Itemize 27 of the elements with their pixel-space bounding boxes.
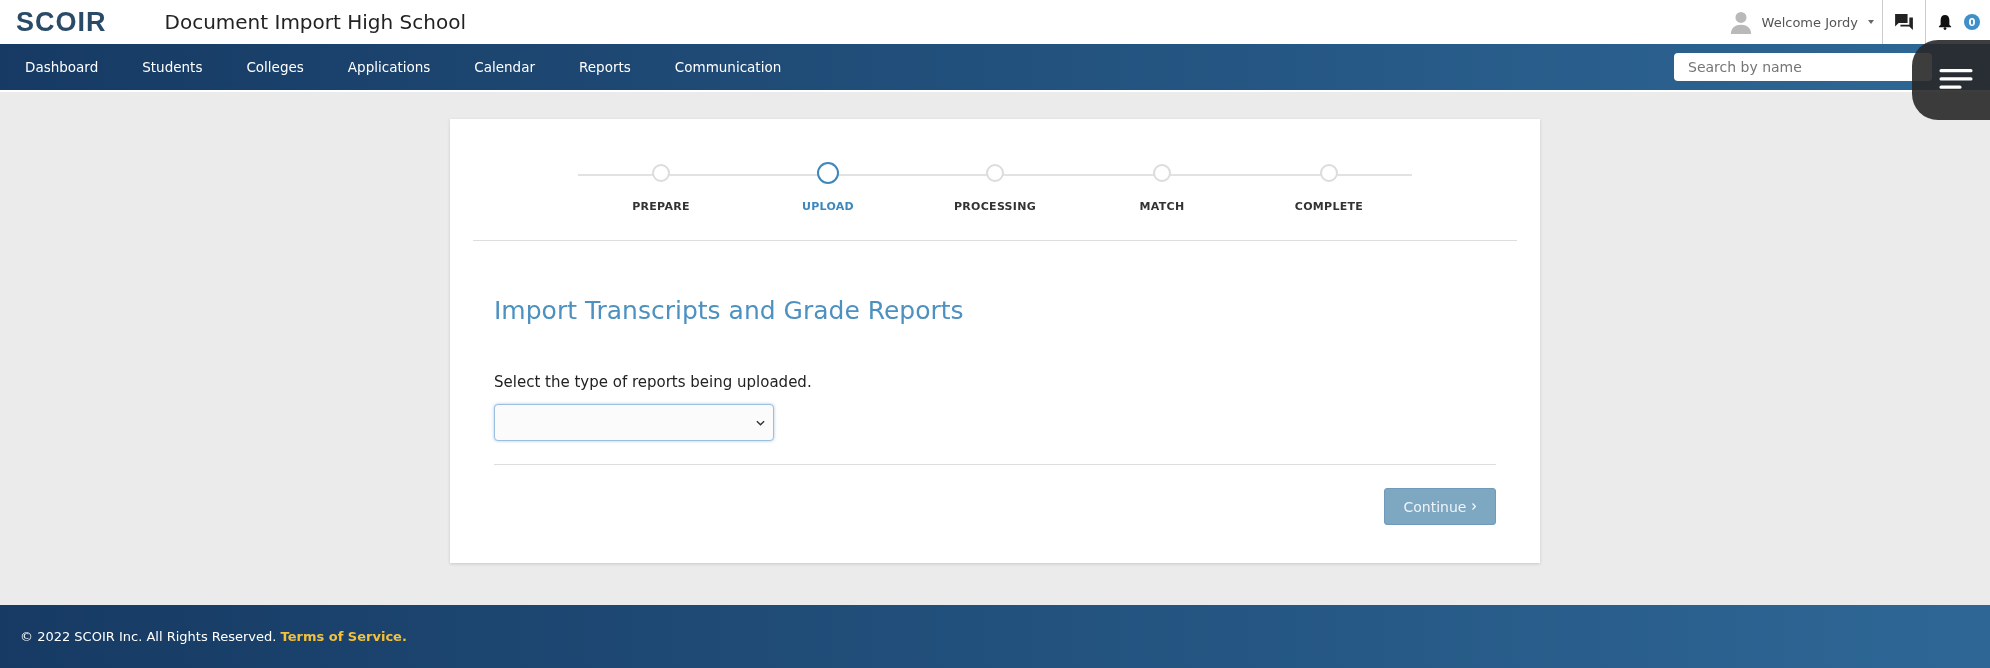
logo[interactable]: SCOIR [16, 6, 107, 38]
terms-link[interactable]: Terms of Service. [280, 629, 407, 644]
school-name: Document Import High School [164, 10, 466, 34]
step-label: UPLOAD [801, 200, 855, 213]
nav-link[interactable]: Colleges [246, 59, 304, 75]
step-label: MATCH [1139, 200, 1185, 213]
nav-link[interactable]: Students [142, 59, 203, 75]
notification-badge: 0 [1964, 14, 1980, 30]
nav-link[interactable]: Dashboard [25, 59, 99, 75]
user-menu[interactable]: Welcome Jordy [1761, 14, 1858, 30]
nav-link[interactable]: Applications [347, 59, 431, 75]
nav-link[interactable]: Communication [674, 59, 782, 75]
menu-button[interactable] [1912, 40, 1990, 120]
bell-icon[interactable] [1938, 14, 1952, 30]
nav-link[interactable]: Calendar [474, 59, 536, 75]
user-silhouette-icon [1729, 10, 1752, 34]
nav-link[interactable]: Reports [579, 59, 631, 75]
step-label: COMPLETE [1294, 200, 1364, 213]
copyright-text: © 2022 SCOIR Inc. All Rights Reserved. Terms of Service. [20, 629, 407, 644]
page-title: Import Transcripts and Grade Reports [494, 296, 965, 325]
chat-icon[interactable] [1895, 14, 1913, 30]
prompt-text: Select the type of reports being uploaded. [494, 373, 813, 391]
chevron-down-icon[interactable] [756, 419, 765, 426]
caret-icon[interactable] [1868, 20, 1874, 24]
step-label: PREPARE [632, 200, 690, 213]
step-label: PROCESSING [953, 200, 1037, 213]
menu-icon[interactable] [1939, 69, 1973, 91]
